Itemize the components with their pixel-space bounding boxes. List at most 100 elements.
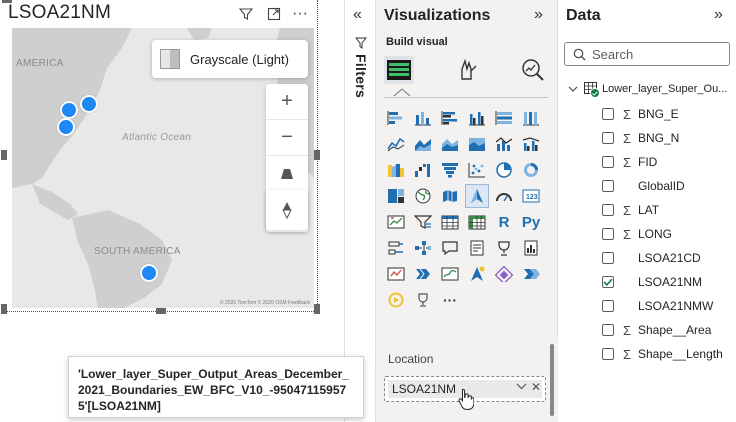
kpi-icon[interactable]: [384, 210, 408, 234]
checkbox-icon[interactable]: [602, 300, 614, 312]
key-influencers-icon[interactable]: [384, 236, 408, 260]
smart-narrative-icon[interactable]: [465, 236, 489, 260]
checkbox-icon[interactable]: [602, 132, 614, 144]
table-icon[interactable]: [438, 210, 462, 234]
scatter-chart-icon[interactable]: [465, 158, 489, 182]
pitch-icon[interactable]: [266, 156, 308, 192]
checkbox-icon[interactable]: [602, 180, 614, 192]
azure-map-icon[interactable]: [465, 184, 489, 208]
stacked-column-chart-icon[interactable]: [411, 106, 435, 130]
decomposition-tree-icon[interactable]: [411, 236, 435, 260]
arcgis-icon[interactable]: [438, 262, 462, 286]
compass-icon[interactable]: [266, 190, 308, 230]
trophy-icon[interactable]: [411, 288, 435, 312]
power-apps-icon[interactable]: [384, 262, 408, 286]
resize-handle[interactable]: [156, 308, 166, 314]
line-clustered-column-chart-icon[interactable]: [519, 132, 543, 156]
100-stacked-column-chart-icon[interactable]: [519, 106, 543, 130]
search-input[interactable]: [592, 46, 722, 62]
chevron-down-icon[interactable]: [568, 86, 580, 93]
zoom-out-icon[interactable]: −: [266, 120, 308, 156]
collapse-data-pane-icon[interactable]: »: [714, 6, 723, 24]
map-data-point[interactable]: [140, 264, 158, 282]
zoom-in-icon[interactable]: +: [266, 84, 308, 120]
resize-handle[interactable]: [1, 150, 7, 160]
filter-icon[interactable]: [236, 4, 256, 24]
matrix-icon[interactable]: [465, 210, 489, 234]
checkbox-icon[interactable]: [602, 324, 614, 336]
visualizations-scrollbar[interactable]: [550, 344, 554, 416]
python-visual-icon[interactable]: Py: [519, 210, 543, 234]
focus-mode-icon[interactable]: [264, 4, 284, 24]
collapse-visualizations-icon[interactable]: »: [534, 6, 543, 24]
get-more-visuals-icon[interactable]: [492, 262, 516, 286]
remove-field-icon[interactable]: ✕: [531, 380, 541, 394]
field-item-lat[interactable]: Σ LAT: [602, 198, 736, 222]
metrics-visual-icon[interactable]: [492, 236, 516, 260]
build-visual-tab-icon[interactable]: [384, 56, 414, 84]
line-column-chart-icon[interactable]: [492, 132, 516, 156]
map-visual[interactable]: LSOA21NM ··· AMERICA Atlantic Ocean SOUT…: [1, 0, 320, 314]
analytics-tab-icon[interactable]: [518, 56, 548, 84]
more-icon[interactable]: ···: [438, 288, 462, 312]
field-item-shape-length[interactable]: Σ Shape__Length: [602, 342, 736, 366]
checkbox-icon[interactable]: [602, 204, 614, 216]
checkbox-icon[interactable]: [602, 252, 614, 264]
more-options-icon[interactable]: ···: [290, 4, 310, 24]
qa-visual-icon[interactable]: [438, 236, 462, 260]
map-data-point[interactable]: [60, 101, 78, 119]
clustered-bar-chart-icon[interactable]: [438, 106, 462, 130]
checkbox-icon[interactable]: [602, 156, 614, 168]
resize-handle[interactable]: [314, 150, 320, 160]
field-item-fid[interactable]: Σ FID: [602, 150, 736, 174]
field-item-lsoa21cd[interactable]: ΣLSOA21CD: [602, 246, 736, 270]
resize-handle[interactable]: [1, 304, 7, 314]
card-icon[interactable]: 123: [519, 184, 543, 208]
expand-filters-icon[interactable]: «: [353, 6, 362, 24]
map-icon[interactable]: [411, 184, 435, 208]
map-style-button[interactable]: Grayscale (Light): [152, 40, 308, 78]
field-item-long[interactable]: Σ LONG: [602, 222, 736, 246]
data-search-box[interactable]: [564, 42, 730, 66]
field-item-globalid[interactable]: ΣGlobalID: [602, 174, 736, 198]
100-stacked-bar-chart-icon[interactable]: [492, 106, 516, 130]
r-visual-icon[interactable]: R: [492, 210, 516, 234]
map-data-point[interactable]: [80, 95, 98, 113]
field-item-bng-e[interactable]: Σ BNG_E: [602, 102, 736, 126]
map-data-point[interactable]: [57, 118, 75, 136]
checkbox-icon[interactable]: [602, 348, 614, 360]
100-stacked-area-chart-icon[interactable]: [465, 132, 489, 156]
checkbox-icon[interactable]: [602, 228, 614, 240]
pie-chart-icon[interactable]: [492, 158, 516, 182]
field-item-lsoa21nm[interactable]: ΣLSOA21NM: [602, 270, 736, 294]
donut-chart-icon[interactable]: [519, 158, 543, 182]
checkbox-icon[interactable]: [602, 108, 614, 120]
funnel-chart-icon[interactable]: [438, 158, 462, 182]
slicer-icon[interactable]: [411, 210, 435, 234]
narrative-icon[interactable]: [384, 288, 408, 312]
treemap-icon[interactable]: [384, 184, 408, 208]
stacked-area-chart-icon[interactable]: [438, 132, 462, 156]
chevron-down-icon[interactable]: [516, 381, 527, 393]
clustered-column-chart-icon[interactable]: [465, 106, 489, 130]
paginated-report-icon[interactable]: [519, 236, 543, 260]
waterfall-chart-icon[interactable]: [411, 158, 435, 182]
format-visual-tab-icon[interactable]: [452, 56, 482, 84]
power-automate-icon[interactable]: [411, 262, 435, 286]
stacked-bar-chart-icon[interactable]: [384, 106, 408, 130]
ribbon-chart-icon[interactable]: [384, 158, 408, 182]
more-options-icon[interactable]: [519, 262, 543, 286]
filters-label[interactable]: Filters: [353, 54, 369, 98]
resize-handle[interactable]: [314, 304, 320, 314]
field-item-bng-n[interactable]: Σ BNG_N: [602, 126, 736, 150]
filled-map-icon[interactable]: [438, 184, 462, 208]
gauge-icon[interactable]: [492, 184, 516, 208]
resize-handle[interactable]: [2, 0, 12, 3]
field-item-shape-area[interactable]: Σ Shape__Area: [602, 318, 736, 342]
data-table-node[interactable]: Lower_layer_Super_Ou...: [568, 80, 736, 98]
map-area[interactable]: AMERICA Atlantic Ocean SOUTH AMERICA Gra…: [12, 28, 314, 308]
azure-map-2-icon[interactable]: [465, 262, 489, 286]
field-item-lsoa21nmw[interactable]: ΣLSOA21NMW: [602, 294, 736, 318]
checked-checkbox-icon[interactable]: [602, 276, 614, 288]
area-chart-icon[interactable]: [411, 132, 435, 156]
